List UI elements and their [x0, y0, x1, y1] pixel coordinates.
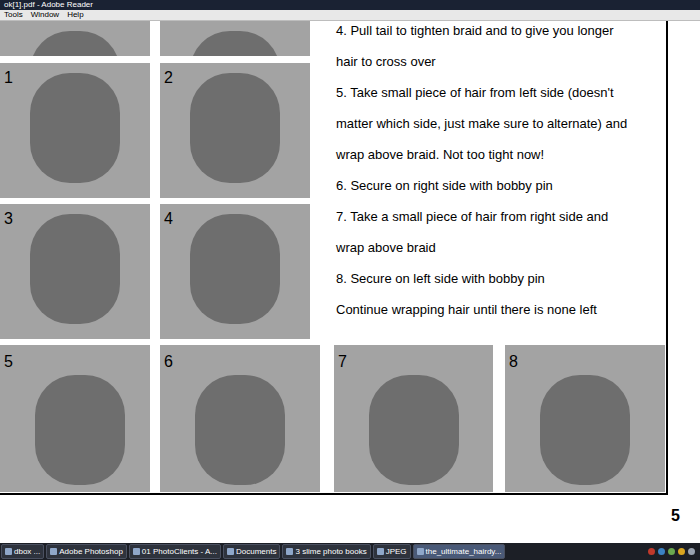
taskbar-item[interactable]: 3 slime photo books — [282, 544, 370, 559]
hair-shape — [540, 375, 630, 485]
step-number: 3 — [4, 210, 13, 228]
taskbar-label: JPEG — [386, 547, 407, 557]
taskbar-item[interactable]: the_ultimate_hairdy... — [413, 544, 506, 559]
taskbar-label: 01 PhotoClients - A... — [142, 547, 217, 557]
tray-icon[interactable] — [658, 548, 665, 555]
photo-row: 12 — [0, 63, 322, 198]
photo: 2 — [160, 63, 310, 198]
taskbar-item[interactable]: dbox ... — [1, 544, 44, 559]
photo: 6 — [160, 345, 320, 492]
instruction-line: 8. Secure on left side with bobby pin — [336, 271, 666, 287]
photo: 8 — [505, 345, 665, 492]
instruction-line: hair to cross over — [336, 54, 666, 70]
instruction-line: wrap above braid. Not too tight now! — [336, 147, 666, 163]
step-number: 6 — [164, 353, 173, 371]
hair-shape — [35, 375, 125, 485]
hair-shape — [190, 73, 280, 183]
menu-item[interactable]: Tools — [4, 10, 23, 20]
photo — [160, 21, 310, 56]
system-tray — [648, 548, 699, 555]
step-number: 2 — [164, 69, 173, 87]
instruction-line: matter which side, just make sure to alt… — [336, 116, 666, 132]
taskbar-label: 3 slime photo books — [295, 547, 366, 557]
taskbar-label: Adobe Photoshop — [59, 547, 123, 557]
photo: 7 — [334, 345, 493, 492]
page-number-column: 5 — [668, 21, 680, 525]
taskbar: dbox ... Adobe Photoshop 01 PhotoClients -… — [0, 543, 700, 560]
title-bar: ok[1].pdf - Adobe Reader — [0, 0, 700, 10]
step-number: 8 — [509, 353, 518, 371]
app-icon — [50, 548, 57, 555]
menu-item[interactable]: Help — [67, 10, 83, 20]
step-number: 1 — [4, 69, 13, 87]
photo: 4 — [160, 204, 310, 339]
photo: 1 — [0, 63, 150, 198]
photo-row — [0, 21, 322, 56]
hair-shape — [190, 214, 280, 324]
tray-icon[interactable] — [678, 548, 685, 555]
app-icon — [377, 548, 384, 555]
instruction-line: wrap above braid — [336, 240, 666, 256]
app-icon — [286, 548, 293, 555]
tray-icon[interactable] — [668, 548, 675, 555]
instruction-line: 6. Secure on right side with bobby pin — [336, 178, 666, 194]
app-icon — [5, 548, 12, 555]
taskbar-item[interactable]: JPEG — [373, 544, 411, 559]
taskbar-item[interactable]: 01 PhotoClients - A... — [129, 544, 221, 559]
taskbar-item[interactable]: Adobe Photoshop — [46, 544, 127, 559]
page-top: 12344. Pull tail to tighten braid and to… — [0, 21, 666, 345]
taskbar-label: Documents — [236, 547, 276, 557]
photo: 3 — [0, 204, 150, 339]
app-icon — [133, 548, 140, 555]
hair-shape — [190, 31, 280, 56]
taskbar-label: the_ultimate_hairdy... — [426, 547, 502, 557]
hair-shape — [30, 73, 120, 183]
instruction-line: 5. Take small piece of hair from left si… — [336, 85, 666, 101]
menu-bar: Tools Window Help — [0, 10, 700, 21]
photo — [0, 21, 150, 56]
pdf-page: 12344. Pull tail to tighten braid and to… — [0, 21, 668, 495]
instruction-line: Continue wrapping hair until there is no… — [336, 302, 666, 318]
step-number: 4 — [164, 210, 173, 228]
tray-icon[interactable] — [688, 548, 695, 555]
page-number: 5 — [671, 507, 680, 525]
photo-column: 1234 — [0, 21, 322, 345]
taskbar-label: dbox ... — [14, 547, 40, 557]
photo: 5 — [0, 345, 150, 492]
instruction-line: 7. Take a small piece of hair from right… — [336, 209, 666, 225]
app-icon — [227, 548, 234, 555]
tray-icon[interactable] — [648, 548, 655, 555]
bottom-photo-row: 5 6 7 8 — [0, 345, 666, 492]
instruction-line: 4. Pull tail to tighten braid and to giv… — [336, 23, 666, 39]
step-number: 7 — [338, 353, 347, 371]
hair-shape — [195, 375, 285, 485]
hair-shape — [30, 31, 120, 56]
photo-row: 34 — [0, 204, 322, 339]
step-number: 5 — [4, 353, 13, 371]
menu-item[interactable]: Window — [31, 10, 59, 20]
instructions: 4. Pull tail to tighten braid and to giv… — [322, 21, 666, 345]
document-area: 12344. Pull tail to tighten braid and to… — [0, 21, 700, 543]
hair-shape — [30, 214, 120, 324]
app-icon — [417, 548, 424, 555]
taskbar-item[interactable]: Documents — [223, 544, 280, 559]
hair-shape — [369, 375, 459, 485]
window-title: ok[1].pdf - Adobe Reader — [4, 0, 93, 10]
